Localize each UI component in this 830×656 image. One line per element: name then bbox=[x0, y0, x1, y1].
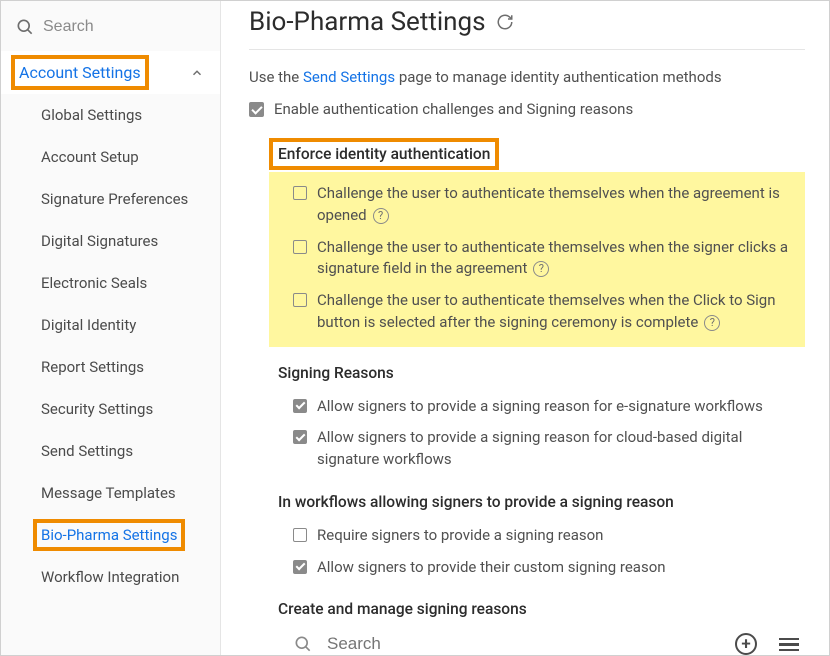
nav-section-account-settings[interactable]: Account Settings bbox=[1, 51, 220, 94]
main-panel: Bio-Pharma Settings Use the Send Setting… bbox=[221, 1, 829, 655]
checkbox-workflows-require[interactable] bbox=[293, 528, 307, 542]
sidebar-item-digital-signatures[interactable]: Digital Signatures bbox=[1, 220, 220, 262]
intro-text: Use the Send Settings page to manage ide… bbox=[249, 50, 805, 96]
reasons-opt-cloud[interactable]: Allow signers to provide a signing reaso… bbox=[275, 422, 805, 476]
checkbox-enforce-opened[interactable] bbox=[293, 186, 307, 200]
sidebar-item-report-settings[interactable]: Report Settings bbox=[1, 346, 220, 388]
section-manage-title: Create and manage signing reasons bbox=[275, 599, 530, 619]
search-icon bbox=[293, 634, 313, 654]
sidebar-item-bio-pharma-settings[interactable]: Bio-Pharma Settings bbox=[1, 514, 220, 556]
menu-icon[interactable] bbox=[779, 635, 799, 655]
add-reason-button[interactable]: + bbox=[735, 633, 757, 655]
checkbox-reasons-cloud[interactable] bbox=[293, 430, 307, 444]
section-reasons-title: Signing Reasons bbox=[275, 363, 397, 383]
sidebar-item-digital-identity[interactable]: Digital Identity bbox=[1, 304, 220, 346]
nav-section-label: Account Settings bbox=[17, 61, 143, 84]
section-enforce-title: Enforce identity authentication bbox=[275, 144, 493, 164]
sidebar-item-workflow-integration[interactable]: Workflow Integration bbox=[1, 556, 220, 598]
search-icon bbox=[15, 17, 35, 37]
reasons-opt-esig[interactable]: Allow signers to provide a signing reaso… bbox=[275, 391, 805, 423]
sidebar-search[interactable] bbox=[1, 11, 220, 51]
sidebar-item-signature-preferences[interactable]: Signature Preferences bbox=[1, 178, 220, 220]
checkbox-reasons-esig[interactable] bbox=[293, 399, 307, 413]
checkbox-enforce-sigfield[interactable] bbox=[293, 240, 307, 254]
refresh-icon[interactable] bbox=[496, 13, 514, 31]
sidebar: Account Settings Global Settings Account… bbox=[1, 1, 221, 655]
enforce-highlight-box: Challenge the user to authenticate thems… bbox=[269, 172, 805, 347]
enable-auth-row[interactable]: Enable authentication challenges and Sig… bbox=[249, 96, 805, 122]
sidebar-item-global-settings[interactable]: Global Settings bbox=[1, 94, 220, 136]
sidebar-search-input[interactable] bbox=[43, 18, 206, 36]
help-icon[interactable]: ? bbox=[533, 261, 549, 277]
checkbox-enforce-clicksign[interactable] bbox=[293, 293, 307, 307]
checkbox-enable-auth[interactable] bbox=[249, 102, 264, 117]
sidebar-item-security-settings[interactable]: Security Settings bbox=[1, 388, 220, 430]
chevron-up-icon bbox=[190, 66, 204, 80]
enable-auth-label: Enable authentication challenges and Sig… bbox=[274, 100, 633, 118]
sidebar-item-send-settings[interactable]: Send Settings bbox=[1, 430, 220, 472]
sidebar-item-account-setup[interactable]: Account Setup bbox=[1, 136, 220, 178]
enforce-opt-opened[interactable]: Challenge the user to authenticate thems… bbox=[275, 178, 799, 232]
page-title: Bio-Pharma Settings bbox=[249, 7, 486, 37]
manage-search-input[interactable] bbox=[327, 634, 721, 654]
send-settings-link[interactable]: Send Settings bbox=[303, 68, 395, 86]
sidebar-item-electronic-seals[interactable]: Electronic Seals bbox=[1, 262, 220, 304]
enforce-opt-clicksign[interactable]: Challenge the user to authenticate thems… bbox=[275, 285, 799, 339]
section-workflows-title: In workflows allowing signers to provide… bbox=[275, 492, 677, 512]
help-icon[interactable]: ? bbox=[373, 208, 389, 224]
help-icon[interactable]: ? bbox=[704, 315, 720, 331]
workflows-opt-require[interactable]: Require signers to provide a signing rea… bbox=[275, 520, 805, 552]
sidebar-item-message-templates[interactable]: Message Templates bbox=[1, 472, 220, 514]
checkbox-workflows-custom[interactable] bbox=[293, 560, 307, 574]
workflows-opt-custom[interactable]: Allow signers to provide their custom si… bbox=[275, 552, 805, 584]
enforce-opt-sigfield[interactable]: Challenge the user to authenticate thems… bbox=[275, 232, 799, 286]
